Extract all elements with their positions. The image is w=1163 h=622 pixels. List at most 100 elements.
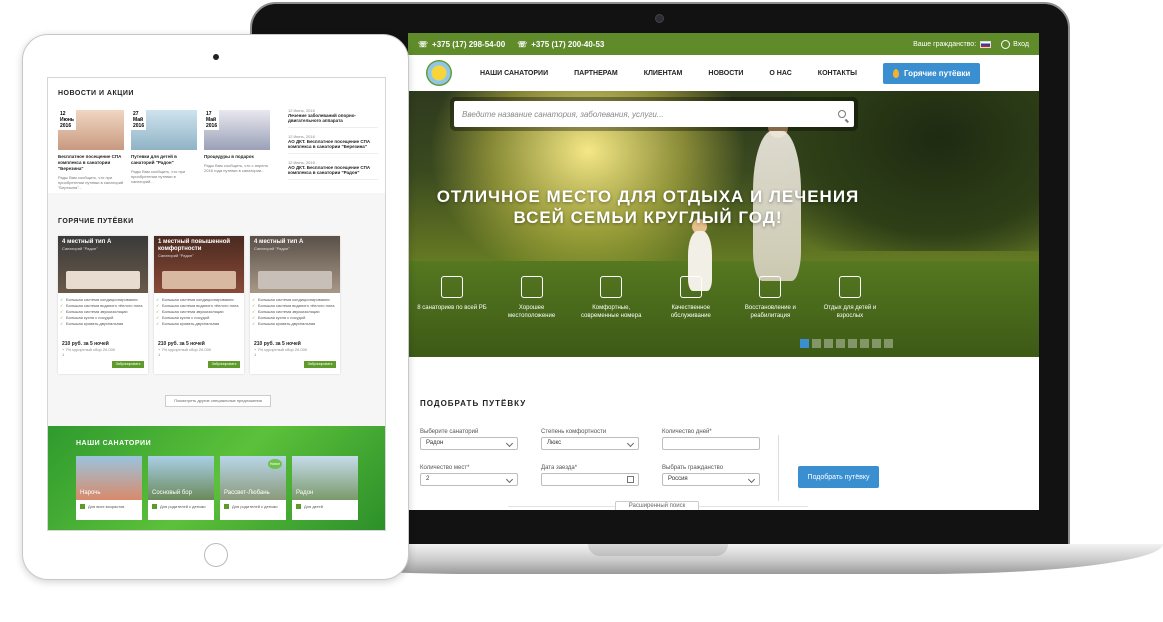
sanatorium-card[interactable]: Сосновый бор Для родителей с детьми: [148, 456, 214, 520]
comfort-select-group: Степень комфортности Люкс: [541, 429, 639, 450]
form-title: ПОДОБРАТЬ ПУТЁВКУ: [420, 399, 527, 408]
sanatorium-select-group: Выберите санаторий Радон: [420, 429, 518, 450]
citizenship-select-group: Выбрать гражданство Россия: [662, 465, 760, 486]
laptop-notch: [588, 544, 728, 556]
flame-icon: [893, 68, 900, 78]
feature-item: 8 санаториев по всей РБ: [416, 276, 488, 320]
book-button[interactable]: Забронировать: [304, 361, 336, 368]
site-logo[interactable]: [426, 60, 452, 86]
phone-icon: ☏: [418, 39, 429, 49]
login-link[interactable]: Вход: [1001, 39, 1029, 49]
feature-item: Восстановление и реабилитация: [734, 276, 806, 320]
feature-item: Отдых для детей и взрослых: [814, 276, 886, 320]
hot-tours-title: ГОРЯЧИЕ ПУТЁВКИ: [58, 218, 134, 225]
tablet-screen: НОВОСТИ И АКЦИИ 12 Июнь 2016 Бесплатное по…: [47, 77, 386, 531]
tour-search-form: ПОДОБРАТЬ ПУТЁВКУ Выберите санаторий Рад…: [408, 379, 1039, 510]
comfort-select[interactable]: Люкс: [541, 437, 639, 450]
hero-headline: ОТЛИЧНОЕ МЕСТО ДЛЯ ОТДЫХА И ЛЕЧЕНИЯ: [436, 187, 860, 206]
news-side-list: 12 Июнь, 2016 Лечение заболеваний опорно…: [288, 108, 378, 186]
service-icon: [679, 276, 702, 298]
feature-item: Качественное обслуживание: [655, 276, 727, 320]
quantity-stepper[interactable]: 1: [250, 352, 340, 357]
main-nav: НАШИ САНАТОРИИ ПАРТНЕРАМ КЛИЕНТАМ НОВОСТ…: [408, 55, 1039, 91]
news-date: 12 Июнь 2016: [58, 110, 76, 130]
news-date: 27 Май 2016: [131, 110, 147, 130]
slider-dot[interactable]: [884, 339, 893, 348]
book-button[interactable]: Забронировать: [112, 361, 144, 368]
news-side-link[interactable]: АО ДКТ. Бесплатное посещение СПА комплек…: [288, 165, 378, 180]
nav-clients[interactable]: КЛИЕНТАМ: [644, 70, 683, 77]
advanced-search-button[interactable]: Расширенный поиск: [615, 501, 699, 510]
tablet-camera: [213, 54, 219, 60]
search-icon[interactable]: [838, 110, 846, 118]
quantity-stepper[interactable]: 1: [58, 352, 148, 357]
user-icon: [1001, 39, 1011, 49]
days-field-group: Количество дней*: [662, 429, 760, 450]
places-select[interactable]: 2: [420, 473, 518, 486]
feature-list: 8 санаториев по всей РБ Хорошее местопол…: [416, 276, 886, 320]
slider-dot[interactable]: [800, 339, 809, 348]
sofa-icon: [600, 276, 623, 298]
nav-about[interactable]: О НАС: [769, 70, 791, 77]
phone-icon: ☏: [517, 39, 528, 49]
search-input[interactable]: Введите название санатория, заболевания,…: [454, 101, 854, 127]
news-item[interactable]: 17 Май 2016 Процедуры в подарок Рады Вам с…: [204, 110, 270, 173]
news-side-link[interactable]: Лечение заболеваний опорно-двигательного…: [288, 113, 378, 128]
slider-dot[interactable]: [860, 339, 869, 348]
slider-dot[interactable]: [848, 339, 857, 348]
nav-sanatoriums[interactable]: НАШИ САНАТОРИИ: [480, 70, 548, 77]
hero-headline-2: ВСЕЙ СЕМЬИ КРУГЛЫЙ ГОД!: [513, 208, 783, 227]
rehab-icon: [759, 276, 782, 298]
citizenship-select[interactable]: Россия: [662, 473, 760, 486]
hero-banner: Введите название санатория, заболевания,…: [408, 91, 1039, 357]
phone-2[interactable]: ☏ +375 (17) 200-40-53: [517, 40, 604, 49]
news-side-link[interactable]: АО ДКТ. Бесплатное посещение СПА комплек…: [288, 139, 378, 154]
days-input[interactable]: [662, 437, 760, 450]
citizenship-label: Ваше гражданство:: [913, 40, 977, 48]
laptop-camera: [655, 14, 664, 23]
russia-flag-icon[interactable]: [980, 40, 992, 48]
hot-tours-section: ГОРЯЧИЕ ПУТЁВКИ 4 местный тип А Санаторий…: [48, 198, 385, 426]
sanatoriums-title: НАШИ САНАТОРИИ: [76, 440, 152, 447]
nav-news[interactable]: НОВОСТИ: [708, 70, 743, 77]
news-item[interactable]: 27 Май 2016 Путевки для детей в санаторий …: [131, 110, 197, 184]
news-title: НОВОСТИ И АКЦИИ: [58, 90, 134, 97]
forest-icon: [520, 276, 543, 298]
news-section: НОВОСТИ И АКЦИИ 12 Июнь 2016 Бесплатное по…: [48, 78, 385, 193]
calendar-icon[interactable]: [627, 476, 634, 483]
nav-contacts[interactable]: КОНТАКТЫ: [818, 70, 857, 77]
news-date: 17 Май 2016: [204, 110, 220, 130]
date-field-group: Дата заезда*: [541, 465, 639, 486]
hot-tour-card[interactable]: 4 местный тип АСанаторий "Радон" Большая…: [58, 236, 148, 374]
feature-item: Хорошее местоположение: [496, 276, 568, 320]
slider-dot[interactable]: [812, 339, 821, 348]
slider-dot[interactable]: [824, 339, 833, 348]
sanatorium-select[interactable]: Радон: [420, 437, 518, 450]
book-button[interactable]: Забронировать: [208, 361, 240, 368]
laptop-screen: ☏ +375 (17) 298-54-00 ☏ +375 (17) 200-40-5…: [408, 33, 1039, 510]
hot-tour-card[interactable]: 1 местный повышенной комфортности Санатор…: [154, 236, 244, 374]
building-icon: [441, 276, 463, 298]
family-icon: [838, 276, 861, 298]
slider-dot[interactable]: [872, 339, 881, 348]
places-select-group: Количество мест* 2: [420, 465, 518, 486]
date-input[interactable]: [541, 473, 639, 486]
sanatorium-card[interactable]: Радон Для детей: [292, 456, 358, 520]
sanatoriums-section: НАШИ САНАТОРИИ Нарочь Для всех возрастов…: [48, 426, 385, 530]
top-bar: ☏ +375 (17) 298-54-00 ☏ +375 (17) 200-40-5…: [408, 33, 1039, 55]
hot-tours-button[interactable]: Горячие путёвки: [883, 62, 981, 84]
new-badge: Новое: [268, 459, 282, 469]
phone-1[interactable]: ☏ +375 (17) 298-54-00: [418, 40, 505, 49]
hot-tour-card[interactable]: 4 местный тип АСанаторий "Радон" Большая…: [250, 236, 340, 374]
news-item[interactable]: 12 Июнь 2016 Бесплатное посещение СПА комп…: [58, 110, 124, 190]
feature-item: Комфортные, современные номера: [575, 276, 647, 320]
slider-dot[interactable]: [836, 339, 845, 348]
quantity-stepper[interactable]: 1: [154, 352, 244, 357]
pick-tour-button[interactable]: Подобрать путёвку: [798, 466, 879, 488]
sanatorium-card[interactable]: Нарочь Для всех возрастов: [76, 456, 142, 520]
nav-partners[interactable]: ПАРТНЕРАМ: [574, 70, 618, 77]
tablet-home-button[interactable]: [204, 543, 228, 567]
slider-dots: [800, 339, 893, 348]
more-offers-button[interactable]: Посмотреть другие специальные предложени…: [165, 395, 271, 407]
sanatorium-card[interactable]: Рассвет-Любань Новое Для родителей с деть…: [220, 456, 286, 520]
